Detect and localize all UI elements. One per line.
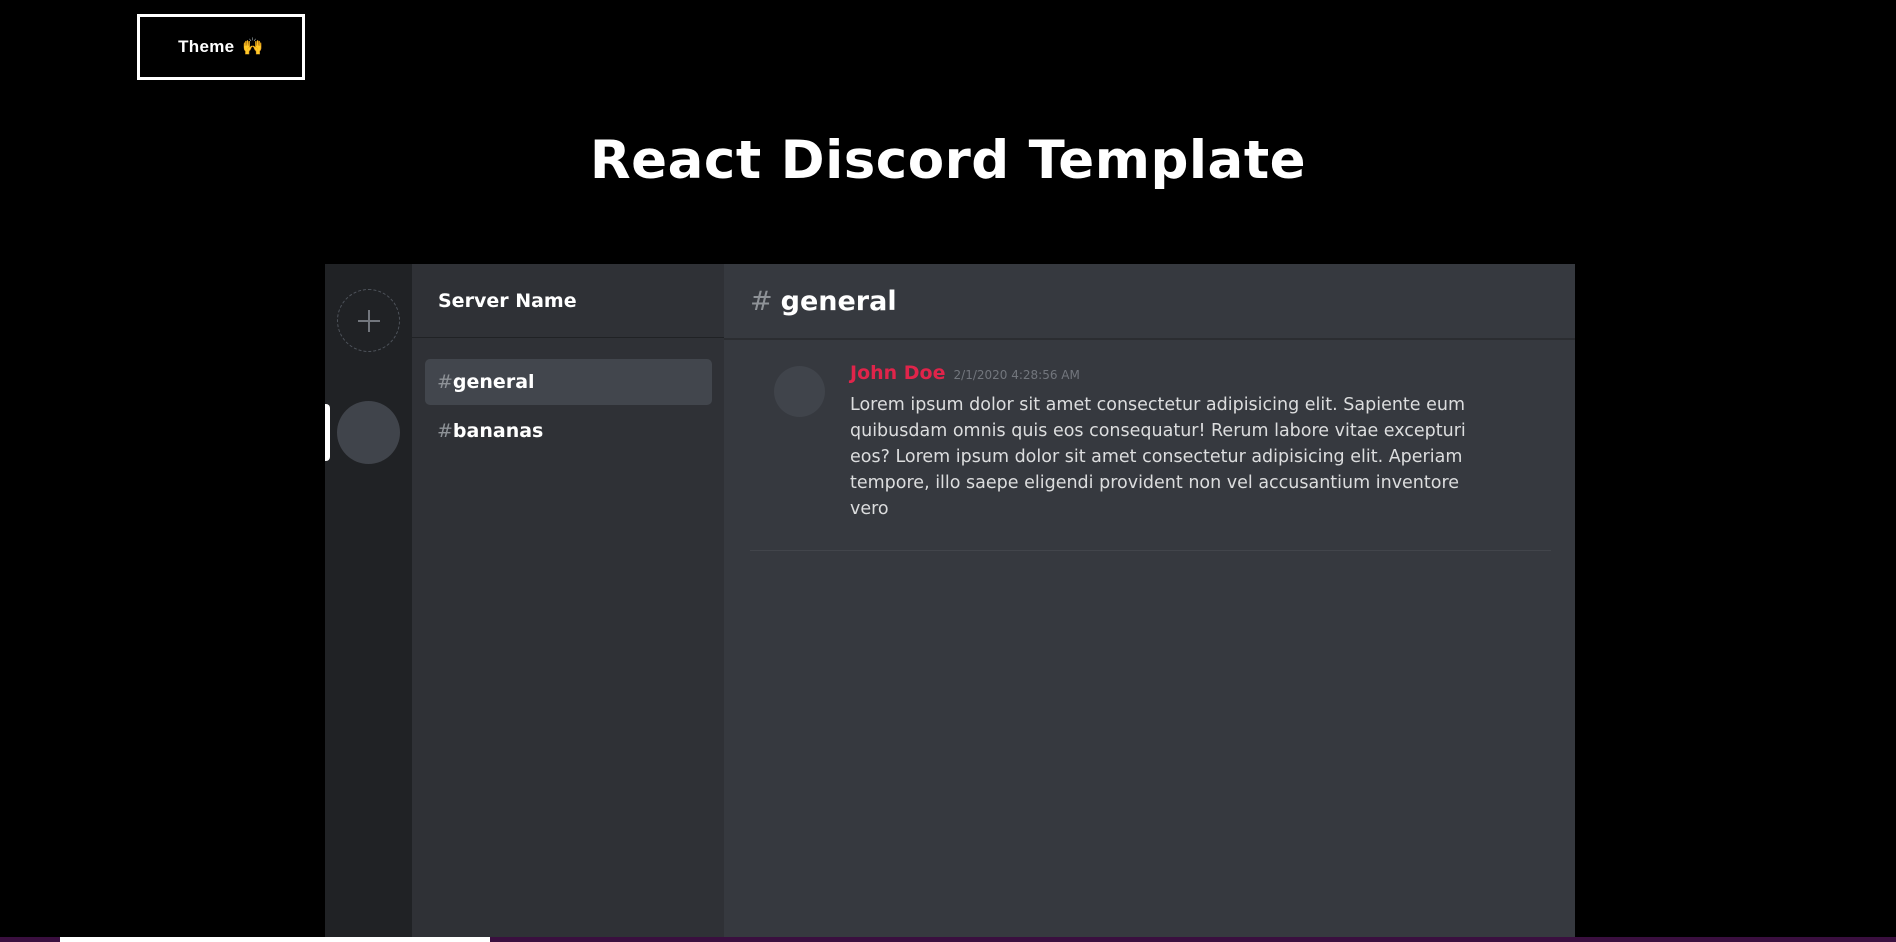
server-name: Server Name [438, 289, 577, 312]
channel-item-bananas[interactable]: # bananas [425, 408, 712, 454]
discord-app-window: Server Name # general # bananas # genera… [325, 264, 1575, 942]
chat-header: # general [724, 264, 1575, 340]
server-rail [325, 264, 412, 942]
message-text: Lorem ipsum dolor sit amet consectetur a… [850, 395, 1466, 519]
message-author[interactable]: John Doe [850, 362, 946, 384]
add-server-button[interactable] [337, 289, 400, 352]
chat-area: # general John Doe 2/1/2020 4:28:56 AM L… [724, 264, 1575, 942]
channel-list: # general # bananas [412, 338, 724, 454]
channel-name: bananas [452, 420, 544, 442]
hash-icon: # [437, 420, 453, 442]
channel-item-general[interactable]: # general [425, 359, 712, 405]
message-meta: John Doe 2/1/2020 4:28:56 AM [850, 362, 1500, 384]
raised-hands-icon: 🙌 [242, 37, 264, 56]
page-title: React Discord Template [589, 130, 1307, 191]
channel-sidebar: Server Name # general # bananas [412, 264, 724, 942]
server-icon[interactable] [337, 401, 400, 464]
theme-button-label: Theme [178, 37, 235, 56]
plus-icon [356, 308, 382, 334]
message-body: John Doe 2/1/2020 4:28:56 AM Lorem ipsum… [850, 362, 1500, 522]
selected-server-indicator [325, 404, 330, 461]
avatar[interactable] [774, 366, 825, 417]
chat-channel-title: general [780, 285, 897, 317]
server-name-header[interactable]: Server Name [412, 264, 724, 338]
message: John Doe 2/1/2020 4:28:56 AM Lorem ipsum… [750, 340, 1551, 551]
hash-icon: # [437, 371, 453, 393]
theme-button[interactable]: Theme 🙌 [137, 14, 305, 80]
message-timestamp: 2/1/2020 4:28:56 AM [953, 368, 1080, 382]
hash-icon: # [750, 285, 773, 317]
channel-name: general [452, 371, 535, 393]
bottom-strip-highlight [60, 937, 490, 942]
bottom-strip [0, 937, 1896, 942]
